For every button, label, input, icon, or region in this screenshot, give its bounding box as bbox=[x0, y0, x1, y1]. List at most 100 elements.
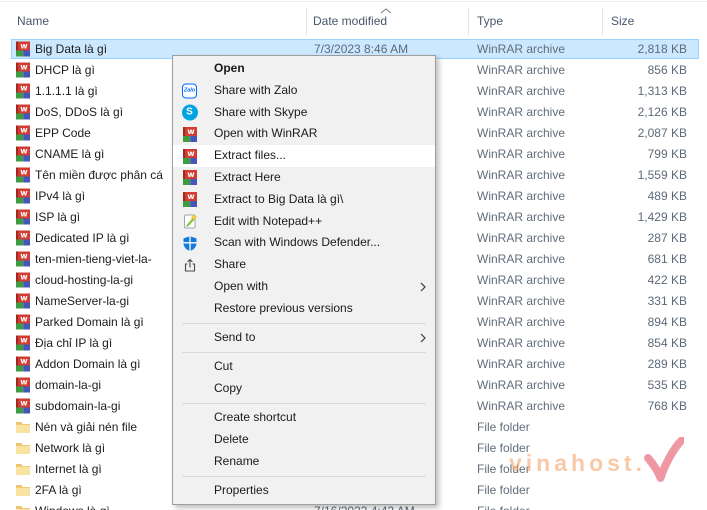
menu-item-label: Open with bbox=[214, 278, 269, 293]
menu-item-copy[interactable]: Copy bbox=[173, 378, 435, 400]
svg-text:w: w bbox=[20, 357, 28, 366]
menu-item-label: Share with Zalo bbox=[214, 82, 298, 97]
file-type: File folder bbox=[477, 420, 530, 434]
column-header-date-modified[interactable]: Date modified bbox=[313, 6, 387, 36]
menu-item-share-with-skype[interactable]: S Share with Skype bbox=[173, 102, 435, 124]
column-header-size[interactable]: Size bbox=[611, 6, 634, 36]
menu-item-properties[interactable]: Properties bbox=[173, 480, 435, 502]
menu-item-share[interactable]: Share bbox=[173, 254, 435, 276]
file-type: WinRAR archive bbox=[477, 210, 566, 224]
menu-item-label: Send to bbox=[214, 329, 256, 344]
menu-item-label: Properties bbox=[214, 482, 269, 497]
menu-item-rename[interactable]: Rename bbox=[173, 451, 435, 473]
file-name: EPP Code bbox=[35, 126, 91, 140]
file-size: 2,818 KB bbox=[637, 42, 687, 56]
svg-text:w: w bbox=[20, 252, 28, 261]
menu-item-restore-previous-versions[interactable]: Restore previous versions bbox=[173, 298, 435, 320]
menu-item-label: Rename bbox=[214, 453, 260, 468]
file-size: 2,087 KB bbox=[637, 126, 687, 140]
svg-text:w: w bbox=[20, 63, 28, 72]
svg-text:w: w bbox=[20, 105, 28, 114]
menu-item-cut[interactable]: Cut bbox=[173, 356, 435, 378]
file-name: domain-la-gi bbox=[35, 378, 102, 392]
winrar-icon: w bbox=[15, 377, 31, 393]
folder-icon bbox=[15, 440, 31, 456]
menu-item-open-with[interactable]: Open with bbox=[173, 276, 435, 298]
file-type: WinRAR archive bbox=[477, 105, 566, 119]
file-name: NameServer-la-gi bbox=[35, 294, 130, 308]
zalo-icon: Zalo bbox=[181, 82, 198, 99]
file-type: WinRAR archive bbox=[477, 147, 566, 161]
toolbar-divider bbox=[0, 1, 707, 2]
menu-item-extract-files[interactable]: w Extract files... bbox=[173, 145, 435, 167]
menu-item-extract-to-big-data-l-g[interactable]: w Extract to Big Data là gì\ bbox=[173, 189, 435, 211]
menu-item-label: Restore previous versions bbox=[214, 300, 353, 315]
menu-item-label: Open with WinRAR bbox=[214, 126, 318, 141]
menu-item-send-to[interactable]: Send to bbox=[173, 327, 435, 349]
file-size: 287 KB bbox=[647, 231, 687, 245]
menu-item-scan-with-windows-defender[interactable]: Scan with Windows Defender... bbox=[173, 232, 435, 254]
winrar-icon: w bbox=[15, 314, 31, 330]
winrar-icon: w bbox=[15, 83, 31, 99]
menu-item-delete[interactable]: Delete bbox=[173, 429, 435, 451]
file-name: cloud-hosting-la-gi bbox=[35, 273, 134, 287]
file-type: WinRAR archive bbox=[477, 126, 566, 140]
file-type: File folder bbox=[477, 483, 530, 497]
winrar-icon: w bbox=[15, 146, 31, 162]
winrar-icon: w bbox=[15, 272, 31, 288]
menu-item-share-with-zalo[interactable]: Zalo Share with Zalo bbox=[173, 80, 435, 102]
svg-text:w: w bbox=[20, 336, 28, 345]
file-name: Addon Domain là gì bbox=[35, 357, 141, 371]
notepadpp-icon bbox=[181, 213, 198, 230]
file-name: Internet là gì bbox=[35, 462, 102, 476]
winrar-icon: w bbox=[15, 167, 31, 183]
winrar-icon: w bbox=[181, 126, 198, 143]
column-divider[interactable] bbox=[306, 8, 307, 36]
menu-item-label: Share with Skype bbox=[214, 104, 308, 119]
svg-text:w: w bbox=[20, 168, 28, 177]
menu-item-open[interactable]: Open bbox=[173, 58, 435, 80]
winrar-icon: w bbox=[15, 251, 31, 267]
file-type: WinRAR archive bbox=[477, 336, 566, 350]
file-type: WinRAR archive bbox=[477, 189, 566, 203]
svg-text:w: w bbox=[20, 84, 28, 93]
winrar-icon: w bbox=[15, 41, 31, 57]
menu-item-label: Share bbox=[214, 257, 247, 272]
svg-text:w: w bbox=[20, 210, 28, 219]
column-divider[interactable] bbox=[468, 8, 469, 36]
file-name: IPv4 là gì bbox=[35, 189, 86, 203]
menu-item-extract-here[interactable]: w Extract Here bbox=[173, 167, 435, 189]
file-type: WinRAR archive bbox=[477, 273, 566, 287]
menu-separator bbox=[182, 475, 426, 477]
menu-item-label: Delete bbox=[214, 431, 249, 446]
winrar-icon: w bbox=[15, 209, 31, 225]
menu-item-label: Extract to Big Data là gì\ bbox=[214, 191, 344, 206]
column-header-type[interactable]: Type bbox=[477, 6, 503, 36]
menu-item-label: Extract files... bbox=[214, 148, 287, 163]
menu-item-create-shortcut[interactable]: Create shortcut bbox=[173, 407, 435, 429]
file-name: Dedicated IP là gì bbox=[35, 231, 130, 245]
winrar-icon: w bbox=[15, 398, 31, 414]
context-menu: Open Zalo Share with Zalo S Share with Skype… bbox=[172, 55, 436, 505]
column-divider[interactable] bbox=[602, 8, 603, 36]
file-name: CNAME là gì bbox=[35, 147, 105, 161]
file-size: 489 KB bbox=[647, 189, 687, 203]
file-type: WinRAR archive bbox=[477, 378, 566, 392]
sort-ascending-icon bbox=[380, 3, 392, 17]
menu-item-edit-with-notepad[interactable]: Edit with Notepad++ bbox=[173, 211, 435, 233]
column-header-row: Name Date modified Type Size bbox=[0, 6, 707, 36]
menu-item-label: Extract Here bbox=[214, 169, 281, 184]
winrar-icon: w bbox=[181, 169, 198, 186]
file-name: Tên miền được phân cá bbox=[35, 168, 163, 182]
menu-separator bbox=[182, 351, 426, 353]
file-size: 768 KB bbox=[647, 399, 687, 413]
menu-item-label: Copy bbox=[214, 380, 243, 395]
menu-separator bbox=[182, 322, 426, 324]
svg-text:w: w bbox=[187, 192, 195, 201]
svg-text:w: w bbox=[20, 147, 28, 156]
file-type: WinRAR archive bbox=[477, 42, 566, 56]
file-name: ten-mien-tieng-viet-la- bbox=[35, 252, 152, 266]
column-header-name[interactable]: Name bbox=[17, 6, 49, 36]
svg-text:w: w bbox=[20, 399, 28, 408]
menu-item-open-with-winrar[interactable]: w Open with WinRAR bbox=[173, 123, 435, 145]
